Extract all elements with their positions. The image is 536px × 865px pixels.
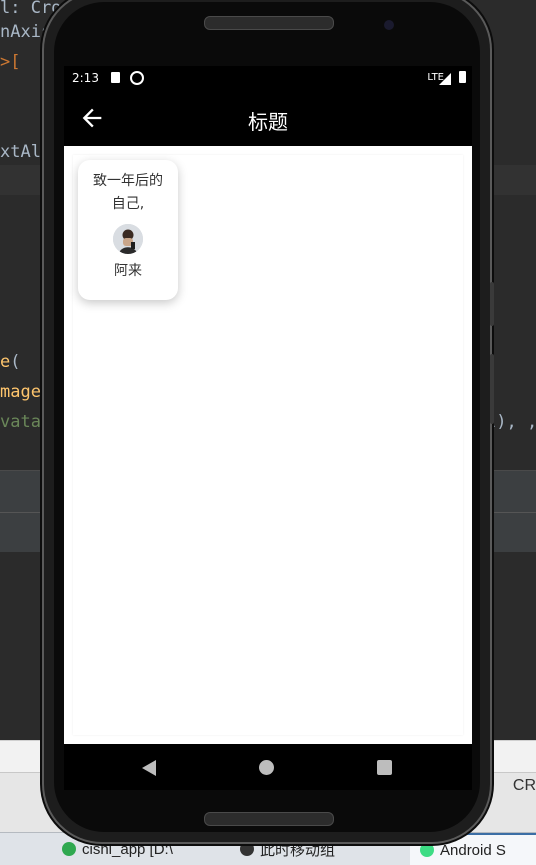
sd-card-icon [111,72,120,83]
navigation-bar [64,744,472,790]
card-text-line-2: 自己, [111,196,145,212]
code-line-3: >[ [0,52,20,72]
code-token: ( [10,352,21,372]
taskbar-label: Android S [440,841,506,859]
front-camera [384,20,394,30]
sync-icon [130,71,144,85]
nav-home-icon[interactable] [259,760,274,775]
author-name: 阿来 [114,263,142,279]
code-token: e [0,352,11,372]
avatar-image [113,224,143,254]
avatar [113,224,143,254]
code-token: >[ [0,52,21,72]
card-text: 致一年后的 自己, [86,170,170,216]
device-screen: 2:13 LTE 标题 致一年后的 自己, 阿来 [64,66,472,744]
power-button [490,354,494,424]
content-area: 致一年后的 自己, 阿来 [64,146,472,744]
nav-recents-icon[interactable] [377,760,392,775]
volume-button [490,282,494,326]
earpiece-speaker [204,16,334,30]
code-line-5: e( [0,352,21,372]
app-icon [240,842,254,856]
app-icon [420,843,434,857]
card-text-line-1: 致一年后的 [93,173,163,189]
status-time: 2:13 [72,71,99,85]
battery-icon [459,71,466,83]
status-bar: 2:13 LTE [64,66,472,90]
nav-back-icon[interactable] [142,760,156,776]
signal-icon [439,73,451,85]
poem-card[interactable]: 致一年后的 自己, 阿来 [78,160,178,300]
bottom-speaker [204,812,334,826]
app-bar: 标题 [64,90,472,146]
page-title: 标题 [248,110,288,134]
code-token: mage [0,382,41,402]
ide-status-text: CR [512,777,536,794]
taskbar-label: cishi_app [D:\ [82,840,173,858]
app-icon [62,842,76,856]
